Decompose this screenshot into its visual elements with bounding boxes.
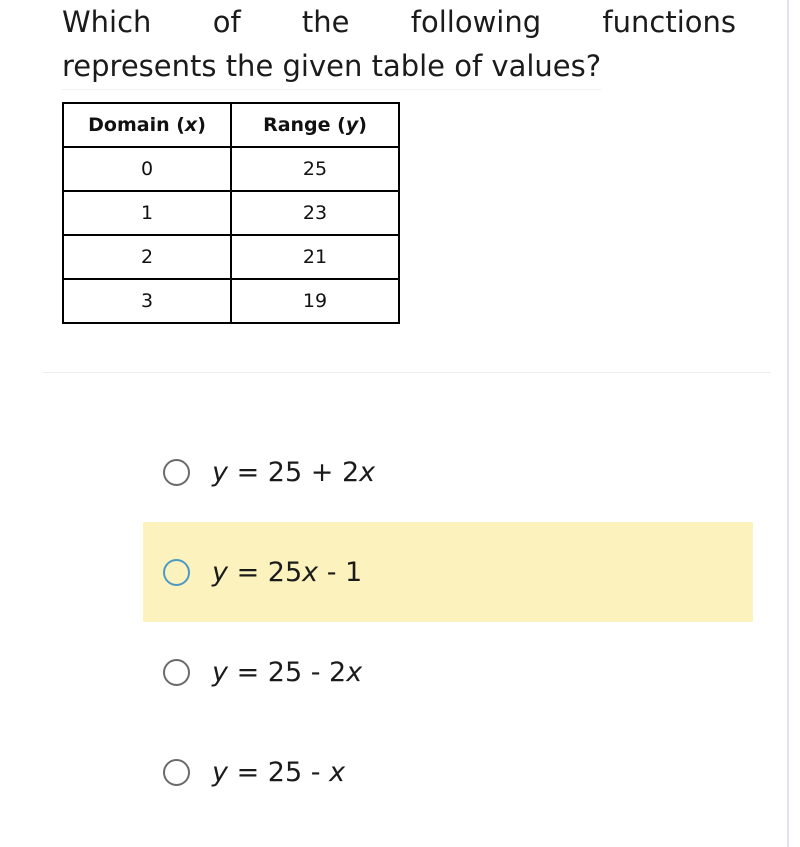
option-b-tail: - 1 — [318, 556, 363, 588]
table-row: 2 21 — [62, 234, 400, 280]
answer-option-c[interactable]: y = 25 - 2x — [0, 622, 800, 722]
table-row: 0 25 — [62, 146, 400, 192]
option-b-expression: 25 — [267, 556, 303, 588]
table-cell-domain: 0 — [62, 146, 232, 192]
option-c-equals: = — [236, 656, 260, 688]
table-header-domain: Domain (x) — [62, 102, 232, 148]
radio-button-icon[interactable] — [163, 758, 190, 786]
question-stem: Which of the following functions represe… — [62, 0, 736, 90]
option-d-equals: = — [236, 756, 260, 788]
radio-button-icon[interactable] — [163, 658, 190, 686]
table-header-row: Domain (x) Range (y) — [62, 102, 400, 148]
table-header-range-text: Range — [263, 114, 331, 136]
answer-options-list: y = 25 + 2x y = 25x - 1 y = 25 - 2x y = … — [0, 422, 800, 822]
table-cell-domain: 2 — [62, 234, 232, 280]
question-line-1: Which of the following functions — [62, 0, 736, 44]
answer-option-a-label: y = 25 + 2x — [212, 457, 375, 488]
question-line-2-wrapper: represents the given table of values? — [62, 44, 736, 90]
question-word: functions — [602, 5, 736, 39]
table-row: 3 19 — [62, 278, 400, 324]
option-c-var-y: y — [212, 656, 228, 688]
option-d-expression: 25 - — [267, 756, 330, 788]
question-word: following — [410, 5, 542, 39]
table-row: 1 23 — [62, 190, 400, 236]
option-b-var-x: x — [302, 556, 319, 588]
table-cell-domain: 1 — [62, 190, 232, 236]
option-a-var-y: y — [212, 456, 228, 488]
option-d-var-y: y — [212, 756, 228, 788]
option-a-var-x: x — [359, 456, 376, 488]
radio-button-icon[interactable] — [163, 558, 190, 586]
table-header-range: Range (y) — [230, 102, 400, 148]
option-d-var-x: x — [329, 756, 346, 788]
radio-button-icon[interactable] — [163, 458, 190, 486]
option-b-equals: = — [236, 556, 260, 588]
question-line-2: represents the given table of values? — [62, 44, 602, 90]
table-cell-domain: 3 — [62, 278, 232, 324]
option-c-expression: 25 - 2 — [267, 656, 347, 688]
table-cell-range: 21 — [230, 234, 400, 280]
table-header-domain-var: x — [184, 114, 198, 136]
option-a-expression: 25 + 2 — [267, 456, 360, 488]
question-word: the — [301, 5, 350, 39]
option-a-equals: = — [236, 456, 260, 488]
table-header-domain-text: Domain — [88, 114, 170, 136]
answer-option-b[interactable]: y = 25x - 1 — [143, 522, 753, 622]
question-word: of — [212, 5, 241, 39]
section-divider — [43, 372, 771, 373]
answer-option-b-label: y = 25x - 1 — [212, 557, 362, 588]
table-cell-range: 23 — [230, 190, 400, 236]
option-c-var-x: x — [346, 656, 363, 688]
answer-option-d[interactable]: y = 25 - x — [0, 722, 800, 822]
answer-option-d-label: y = 25 - x — [212, 757, 345, 788]
table-header-range-var: y — [345, 114, 359, 136]
table-cell-range: 19 — [230, 278, 400, 324]
question-word: Which — [62, 5, 152, 39]
answer-option-a[interactable]: y = 25 + 2x — [0, 422, 800, 522]
table-cell-range: 25 — [230, 146, 400, 192]
option-b-var-y: y — [212, 556, 228, 588]
values-table: Domain (x) Range (y) 0 25 1 23 2 21 3 19 — [62, 102, 400, 324]
answer-option-c-label: y = 25 - 2x — [212, 657, 362, 688]
